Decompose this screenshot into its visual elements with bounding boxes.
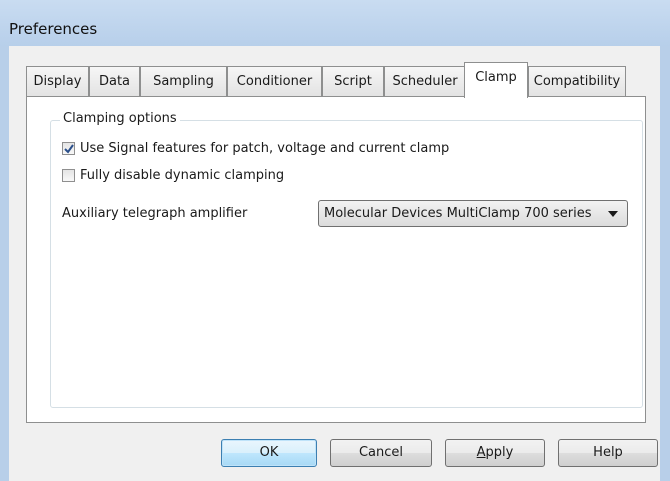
use-signal-features-label: Use Signal features for patch, voltage a… xyxy=(80,140,450,156)
tab-sampling[interactable]: Sampling xyxy=(140,66,227,96)
use-signal-features-checkbox[interactable] xyxy=(62,141,75,155)
window-frame-left xyxy=(0,46,9,481)
disable-dynamic-clamping-option[interactable]: Fully disable dynamic clamping xyxy=(62,166,284,184)
apply-button[interactable]: Apply xyxy=(445,439,545,467)
tab-conditioner[interactable]: Conditioner xyxy=(227,66,322,96)
window-title: Preferences xyxy=(9,20,98,38)
use-signal-features-option[interactable]: Use Signal features for patch, voltage a… xyxy=(62,139,449,157)
clamping-options-group xyxy=(50,120,643,408)
ok-button[interactable]: OK xyxy=(221,439,317,467)
help-button[interactable]: Help xyxy=(558,439,658,467)
tab-data[interactable]: Data xyxy=(89,66,140,96)
apply-button-rest: pply xyxy=(485,445,514,460)
amplifier-dropdown-value: Molecular Devices MultiClamp 700 series xyxy=(324,206,592,221)
tab-scheduler[interactable]: Scheduler xyxy=(384,66,466,96)
chevron-down-icon xyxy=(608,211,618,217)
window-frame-right xyxy=(660,46,670,481)
cancel-button[interactable]: Cancel xyxy=(330,439,432,467)
checkmark-icon xyxy=(64,143,74,154)
disable-dynamic-clamping-label: Fully disable dynamic clamping xyxy=(80,167,285,183)
title-bar[interactable]: Preferences xyxy=(0,0,670,46)
apply-button-mnemonic: A xyxy=(476,445,486,460)
tab-display[interactable]: Display xyxy=(26,66,89,96)
tab-script[interactable]: Script xyxy=(322,66,384,96)
preferences-window: Preferences Display Data Sampling Condit… xyxy=(0,0,670,481)
amplifier-dropdown[interactable]: Molecular Devices MultiClamp 700 series xyxy=(318,200,628,227)
amplifier-label: Auxiliary telegraph amplifier xyxy=(62,206,248,221)
clamping-options-legend: Clamping options xyxy=(60,111,180,126)
tab-compatibility[interactable]: Compatibility xyxy=(528,66,626,96)
tab-clamp[interactable]: Clamp xyxy=(464,62,528,98)
disable-dynamic-clamping-checkbox[interactable] xyxy=(62,168,75,182)
